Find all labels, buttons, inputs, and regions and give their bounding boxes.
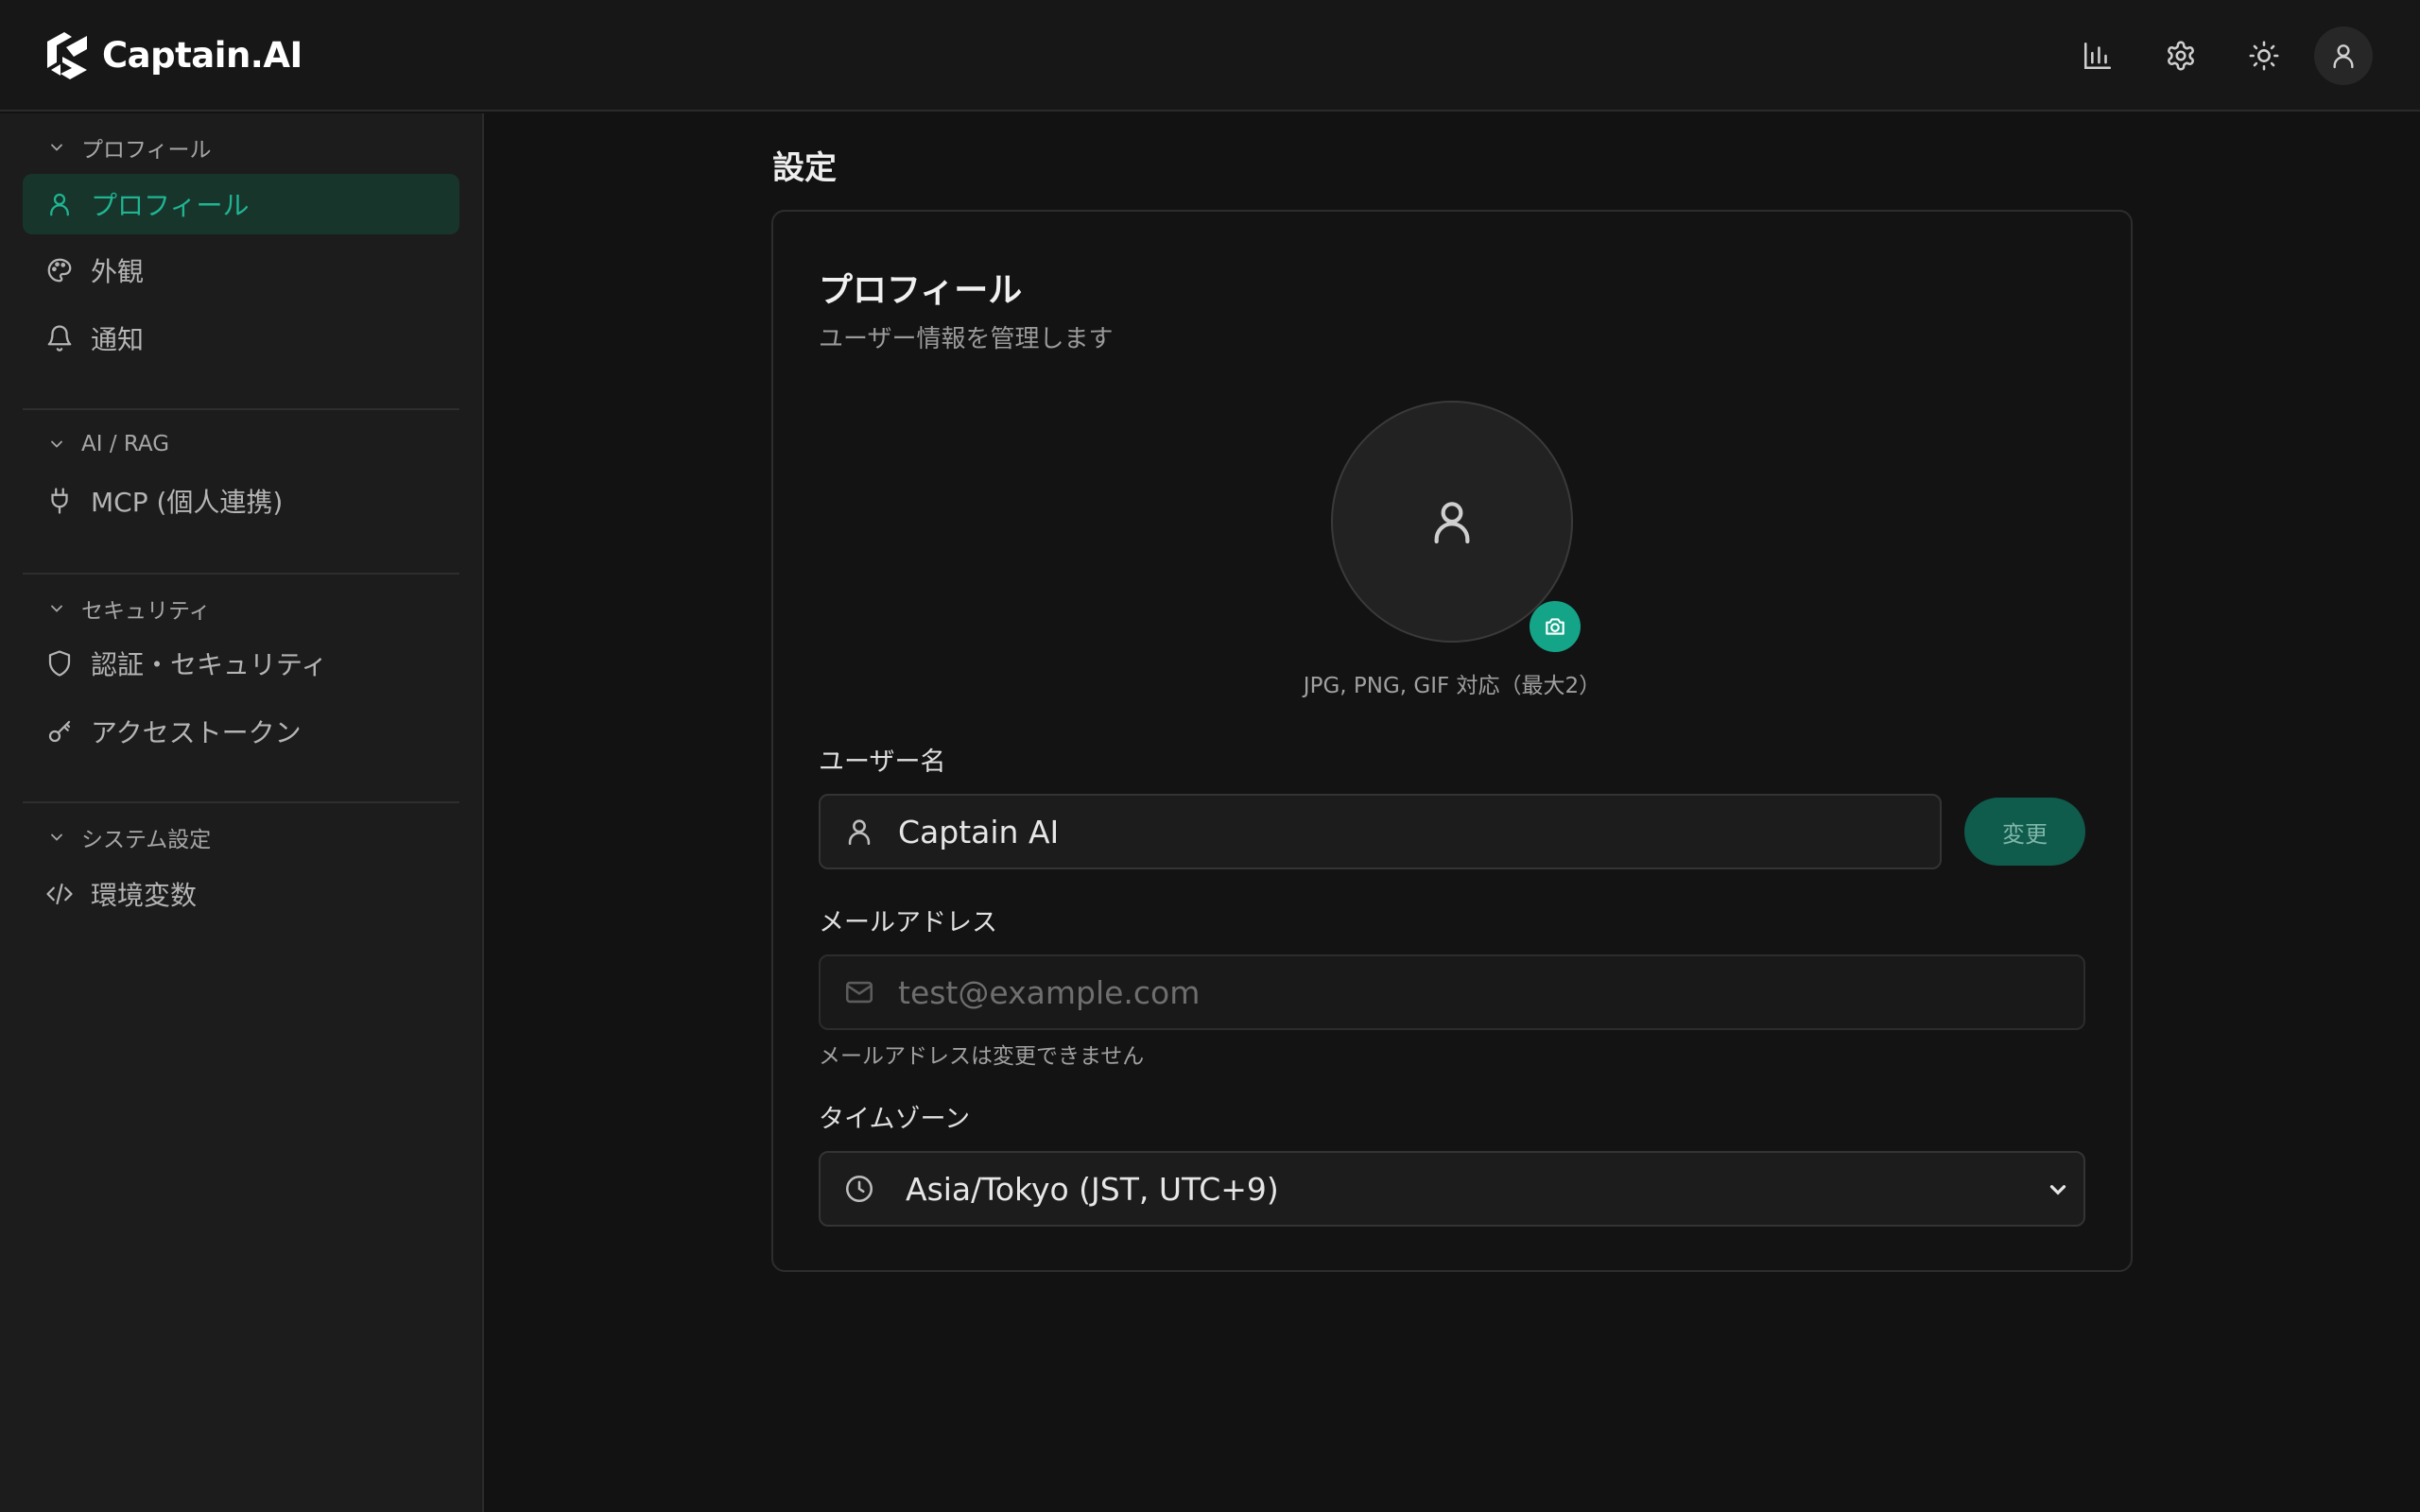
- bell-icon: [47, 325, 72, 352]
- sidebar-section-profile-header[interactable]: プロフィール: [47, 132, 212, 163]
- profile-card: プロフィール ユーザー情報を管理します JPG, PNG, GIF 対応（最大2…: [771, 210, 2133, 1272]
- user-icon: [1434, 502, 1470, 544]
- email-placeholder: test@example.com: [898, 973, 1201, 1011]
- user-icon: [50, 193, 69, 216]
- sidebar-section-security-header[interactable]: セキュリティ: [47, 593, 211, 624]
- sidebar-divider: [23, 408, 459, 410]
- sidebar-item-access-tokens[interactable]: アクセストークン: [23, 701, 459, 762]
- sidebar-item-mcp[interactable]: MCP (個人連携): [23, 471, 459, 531]
- timezone-value: Asia/Tokyo (JST, UTC+9): [906, 1170, 1279, 1208]
- sidebar-item-label: 認証・セキュリティ: [91, 649, 328, 680]
- sidebar-item-label: 環境変数: [91, 880, 198, 911]
- user-icon: [848, 819, 871, 846]
- sidebar-divider: [23, 801, 459, 803]
- sun-icon: [2249, 41, 2279, 71]
- sidebar-item-label: 通知: [91, 324, 145, 355]
- sidebar-section-ai-header[interactable]: AI / RAG: [47, 429, 169, 459]
- email-label: メールアドレス: [819, 908, 997, 937]
- sidebar-item-auth-security[interactable]: 認証・セキュリティ: [23, 633, 459, 694]
- theme-toggle-button[interactable]: [2235, 26, 2293, 85]
- card-subtitle: ユーザー情報を管理します: [819, 325, 1114, 353]
- top-bar: Captain.AI: [0, 0, 2420, 112]
- sidebar-section-title: AI / RAG: [81, 432, 170, 456]
- username-label: ユーザー名: [819, 747, 946, 777]
- sidebar-section-title: プロフィール: [81, 138, 212, 163]
- username-field[interactable]: Captain AI: [819, 794, 1942, 869]
- page-title: 設定: [772, 149, 837, 187]
- user-icon: [2333, 44, 2354, 69]
- shield-icon: [48, 650, 71, 677]
- timezone-select[interactable]: Asia/Tokyo (JST, UTC+9): [819, 1151, 2085, 1227]
- logo-mark-icon: [47, 32, 87, 79]
- sidebar-item-label: 外観: [91, 256, 145, 287]
- sidebar-divider: [23, 573, 459, 575]
- chevron-down-icon: [51, 605, 62, 612]
- gear-icon: [2168, 41, 2194, 71]
- sidebar-item-label: アクセストークン: [91, 717, 302, 748]
- username-value: Captain AI: [898, 813, 1060, 850]
- avatar-hint: JPG, PNG, GIF 対応（最大2）: [1303, 674, 1601, 698]
- chevron-down-icon: [51, 833, 62, 841]
- sidebar-item-label: プロフィール: [91, 190, 250, 221]
- clock-icon: [845, 1175, 873, 1203]
- sidebar-item-label: MCP (個人連携): [91, 487, 284, 518]
- chevron-down-icon: [51, 440, 62, 448]
- card-title: プロフィール: [819, 271, 1023, 310]
- app-logo[interactable]: Captain.AI: [43, 28, 302, 81]
- profile-avatar[interactable]: [1331, 401, 1573, 643]
- camera-icon: [1546, 618, 1564, 635]
- sidebar: プロフィール プロフィール 外観 通知 AI / RAG MCP (個人連携) …: [0, 113, 484, 1512]
- sidebar-section-system-header[interactable]: システム設定: [47, 822, 211, 852]
- chevron-down-icon: [51, 144, 62, 151]
- bar-chart-icon: [2083, 42, 2112, 70]
- sidebar-item-notifications[interactable]: 通知: [23, 308, 459, 369]
- key-icon: [48, 720, 71, 743]
- analytics-button[interactable]: [2068, 26, 2127, 85]
- email-field[interactable]: test@example.com: [819, 954, 2085, 1030]
- plug-icon: [51, 488, 68, 514]
- chevron-down-icon: [2049, 1185, 2066, 1195]
- sidebar-item-env-vars[interactable]: 環境変数: [23, 864, 459, 924]
- email-help-text: メールアドレスは変更できません: [819, 1044, 1145, 1069]
- sidebar-section-title: セキュリティ: [81, 599, 211, 624]
- palette-icon: [47, 258, 72, 283]
- sidebar-item-profile[interactable]: プロフィール: [23, 174, 459, 234]
- sidebar-section-title: システム設定: [81, 828, 212, 852]
- user-menu-button[interactable]: [2314, 26, 2373, 85]
- mail-icon: [845, 981, 873, 1004]
- app-title: Captain.AI: [102, 34, 302, 76]
- timezone-label: タイムゾーン: [819, 1105, 971, 1134]
- code-icon: [46, 883, 73, 905]
- settings-button[interactable]: [2152, 26, 2210, 85]
- upload-avatar-button[interactable]: [1530, 601, 1581, 652]
- change-username-button[interactable]: 変更: [1964, 798, 2085, 866]
- sidebar-item-appearance[interactable]: 外観: [23, 240, 459, 301]
